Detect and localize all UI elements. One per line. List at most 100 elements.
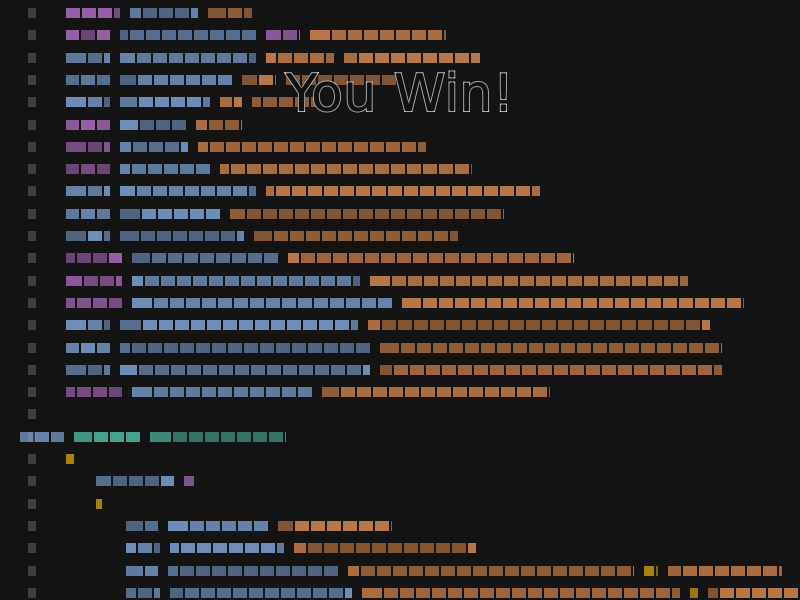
code-token (146, 30, 160, 40)
code-token (602, 365, 616, 375)
code-token (226, 30, 240, 40)
code-token (148, 343, 162, 353)
code-token (592, 588, 606, 598)
code-token (720, 588, 734, 598)
code-token (143, 8, 157, 18)
code-token (191, 8, 198, 18)
line-number (28, 521, 36, 531)
code-token (394, 365, 408, 375)
code-token (120, 142, 131, 152)
code-token (196, 566, 210, 576)
code-token (558, 320, 572, 330)
code-token (468, 186, 482, 196)
code-token (484, 186, 498, 196)
code-token (324, 566, 338, 576)
code-token (351, 320, 358, 330)
code-token (544, 588, 558, 598)
code-token (311, 164, 325, 174)
code-token (736, 588, 750, 598)
code-token (599, 298, 613, 308)
code-token (120, 343, 130, 353)
line-number (28, 164, 36, 174)
code-token (455, 298, 469, 308)
code-token (234, 298, 248, 308)
code-token (446, 320, 460, 330)
code-token (162, 30, 176, 40)
code-token (641, 343, 655, 353)
code-token (74, 432, 92, 442)
code-token (226, 142, 240, 152)
line-number (28, 476, 36, 486)
code-token (88, 142, 102, 152)
code-token (490, 365, 504, 375)
line-number (28, 186, 36, 196)
code-token (238, 521, 252, 531)
code-token (93, 253, 107, 263)
code-token (126, 543, 136, 553)
code-token (292, 566, 306, 576)
code-token (168, 521, 188, 531)
code-token (375, 164, 389, 174)
code-token (281, 588, 295, 598)
code-token (310, 30, 330, 40)
code-token (420, 186, 434, 196)
code-token (239, 320, 253, 330)
code-token (242, 142, 256, 152)
code-token (253, 432, 267, 442)
line-number (28, 209, 36, 219)
code-token (237, 231, 244, 241)
code-token (306, 231, 320, 241)
code-token (104, 320, 110, 330)
code-token (423, 164, 437, 174)
code-token (120, 365, 137, 375)
code-token (308, 343, 322, 353)
code-token (247, 209, 261, 219)
line-number (28, 253, 36, 263)
code-token (452, 543, 466, 553)
line-number (28, 320, 36, 330)
code-token (537, 566, 551, 576)
code-token (120, 231, 139, 241)
code-token (251, 365, 265, 375)
code-token (425, 566, 439, 576)
code-token (338, 142, 352, 152)
code-token (232, 253, 246, 263)
code-token (51, 432, 64, 442)
code-token (457, 566, 471, 576)
code-token (132, 276, 143, 286)
code-token (279, 164, 293, 174)
code-token (362, 588, 382, 598)
code-token (471, 209, 485, 219)
code-token (525, 253, 539, 263)
code-token (220, 164, 229, 174)
code-token (404, 543, 418, 553)
code-token (672, 588, 680, 598)
code-token (292, 186, 306, 196)
code-token (185, 186, 199, 196)
code-token (456, 276, 470, 286)
game-screen: You Win! (0, 0, 800, 600)
code-token (324, 186, 338, 196)
code-token (145, 566, 158, 576)
code-token (402, 142, 416, 152)
code-token (202, 387, 216, 397)
code-token (532, 186, 540, 196)
code-token (423, 298, 437, 308)
code-token (84, 276, 98, 286)
code-token (230, 209, 245, 219)
code-token (359, 164, 373, 174)
code-token (257, 276, 271, 286)
code-token (516, 186, 530, 196)
code-token (216, 253, 230, 263)
code-token (120, 164, 130, 174)
code-token (478, 320, 492, 330)
code-token (689, 343, 703, 353)
code-token (66, 253, 75, 263)
code-token (228, 343, 242, 353)
code-token (542, 320, 556, 330)
code-token (680, 276, 688, 286)
code-token (290, 142, 304, 152)
code-token (450, 231, 458, 241)
code-token (370, 231, 384, 241)
code-token (494, 320, 508, 330)
